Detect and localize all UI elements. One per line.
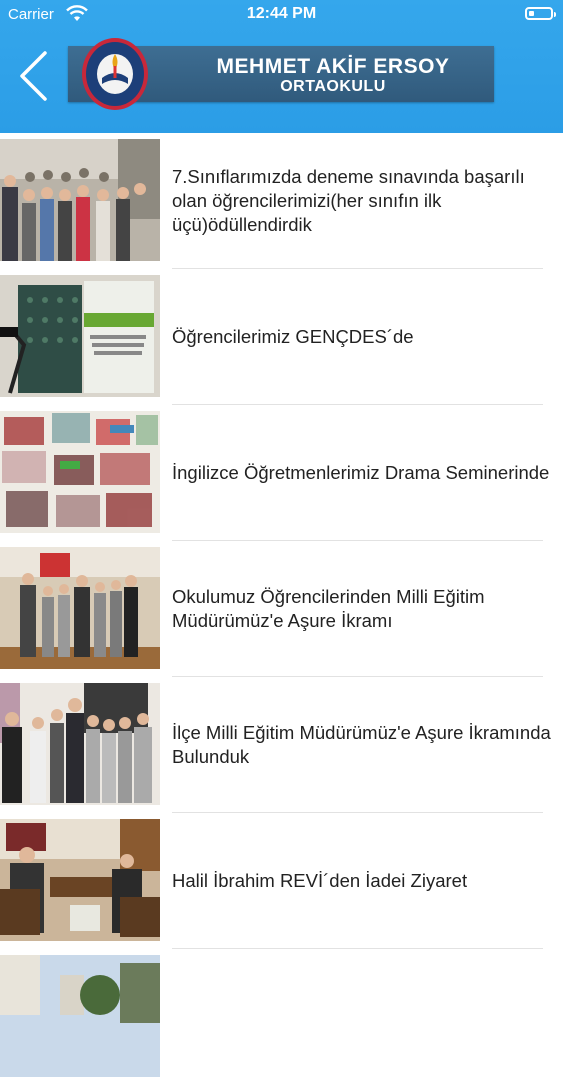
back-button[interactable] [14,50,54,102]
status-bar: Carrier 12:44 PM [0,0,563,30]
news-item[interactable]: İlçe Milli Eğitim Müdürümüz'e Aşure İkra… [0,677,563,813]
app-header: Carrier 12:44 PM MEHMET AKİF ERSOY ORTAO… [0,0,563,133]
school-type: ORTAOKULU [280,78,386,95]
news-title: Öğrencilerimiz GENÇDES´de [172,326,414,347]
news-thumbnail [0,683,160,805]
news-title: İlçe Milli Eğitim Müdürümüz'e Aşure İkra… [172,722,551,767]
news-item[interactable]: 7.Sınıflarımızda deneme sınavında başarı… [0,133,563,269]
news-title: 7.Sınıflarımızda deneme sınavında başarı… [172,166,525,235]
news-item[interactable]: Okulumuz Öğrencilerinden Milli Eğitim Mü… [0,541,563,677]
school-name: MEHMET AKİF ERSOY [216,55,450,78]
news-item[interactable] [0,949,563,1085]
status-time: 12:44 PM [246,5,317,22]
news-thumbnail [0,275,160,397]
news-title: Halil İbrahim REVİ´den İadei Ziyaret [172,870,468,891]
school-seal-icon [82,38,148,110]
news-thumbnail [0,411,160,533]
news-thumbnail [0,955,160,1077]
news-thumbnail [0,547,160,669]
news-title [172,949,551,1085]
news-thumbnail [0,139,160,261]
battery-icon [525,7,556,20]
news-title: İngilizce Öğretmenlerimiz Drama Semineri… [172,462,550,483]
news-item[interactable]: Öğrencilerimiz GENÇDES´de [0,269,563,405]
news-thumbnail [0,819,160,941]
news-item[interactable]: Halil İbrahim REVİ´den İadei Ziyaret [0,813,563,949]
news-item[interactable]: İngilizce Öğretmenlerimiz Drama Semineri… [0,405,563,541]
news-title: Okulumuz Öğrencilerinden Milli Eğitim Mü… [172,586,485,631]
